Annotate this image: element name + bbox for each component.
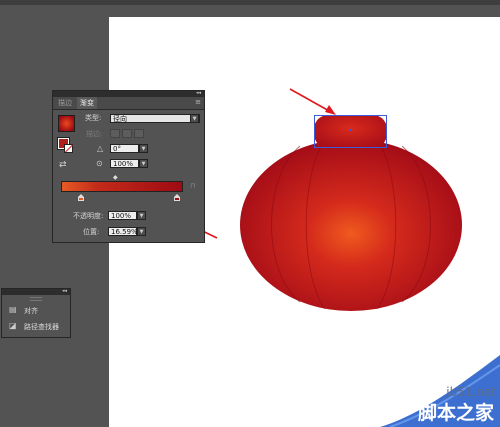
angle-icon: △: [97, 144, 104, 153]
gradient-panel: ◂◂ 描边 渐变 ≡ ⇄ 类型: 径向 ▼ 描边: △ 0° ▼ ⊙ 100% …: [52, 90, 205, 243]
watermark-name: 脚本之家: [417, 402, 494, 424]
stroke-gradient-along-button[interactable]: [122, 129, 132, 138]
panel-item-label: 路径查找器: [24, 323, 59, 331]
location-label: 位置:: [83, 228, 100, 236]
tab-gradient[interactable]: 渐变: [77, 97, 97, 109]
chevron-down-icon[interactable]: ▼: [137, 211, 146, 220]
panel-menu-icon[interactable]: ≡: [195, 98, 201, 106]
gradient-stop-left[interactable]: [78, 194, 84, 201]
grip-icon[interactable]: [30, 297, 42, 301]
gradient-stop-right[interactable]: [174, 194, 180, 201]
lantern-cap[interactable]: [314, 115, 387, 148]
collapse-icon[interactable]: ◂◂: [196, 90, 201, 96]
lantern-body[interactable]: [240, 139, 462, 311]
reverse-gradient-icon[interactable]: ⇄: [59, 160, 67, 170]
watermark-site: jb51.net: [446, 385, 496, 399]
align-panel: ◂◂ ▤ 对齐 ◪ 路径查找器: [1, 288, 71, 338]
delete-stop-icon[interactable]: ⊓: [190, 182, 195, 190]
panel-tabs: 描边 渐变 ≡: [53, 97, 204, 110]
tab-stroke[interactable]: 描边: [55, 97, 75, 109]
gradient-thumbnail[interactable]: [58, 115, 75, 132]
angle-input[interactable]: 0°: [110, 144, 139, 153]
chevron-down-icon[interactable]: ▼: [137, 227, 146, 236]
type-value: 径向: [113, 115, 127, 123]
align-icon: ▤: [9, 305, 17, 314]
gradient-ramp[interactable]: [61, 181, 183, 192]
annotation-arrow-cap: [289, 88, 336, 115]
stroke-gradient-within-button[interactable]: [110, 129, 120, 138]
stroke-gradient-across-button[interactable]: [134, 129, 144, 138]
chevron-down-icon[interactable]: ▼: [190, 114, 199, 123]
aspect-ratio-icon: ⊙: [96, 159, 103, 168]
panel-item-pathfinder[interactable]: ◪ 路径查找器: [2, 320, 70, 333]
collapse-icon[interactable]: ◂◂: [62, 288, 67, 294]
location-input[interactable]: 16.59%: [108, 227, 138, 236]
gradient-panel-body: ⇄ 类型: 径向 ▼ 描边: △ 0° ▼ ⊙ 100% ▼ ◆ ⊓ 不透明度:…: [53, 110, 204, 242]
midpoint-diamond-icon[interactable]: ◆: [113, 174, 118, 181]
pathfinder-icon: ◪: [9, 321, 17, 330]
chevron-down-icon[interactable]: ▼: [139, 144, 148, 153]
aspect-ratio-input[interactable]: 100%: [110, 159, 139, 168]
stroke-label: 描边:: [86, 130, 103, 138]
chevron-down-icon[interactable]: ▼: [139, 159, 148, 168]
selection-center: [348, 128, 352, 132]
panel-item-label: 对齐: [24, 307, 38, 315]
type-label: 类型:: [85, 114, 102, 122]
opacity-input[interactable]: 100%: [108, 211, 137, 220]
stroke-swatch[interactable]: [64, 144, 73, 153]
opacity-label: 不透明度:: [73, 212, 104, 220]
panel-titlebar[interactable]: ◂◂: [2, 288, 70, 295]
type-select[interactable]: 径向 ▼: [110, 114, 200, 123]
panel-item-align[interactable]: ▤ 对齐: [2, 304, 70, 317]
